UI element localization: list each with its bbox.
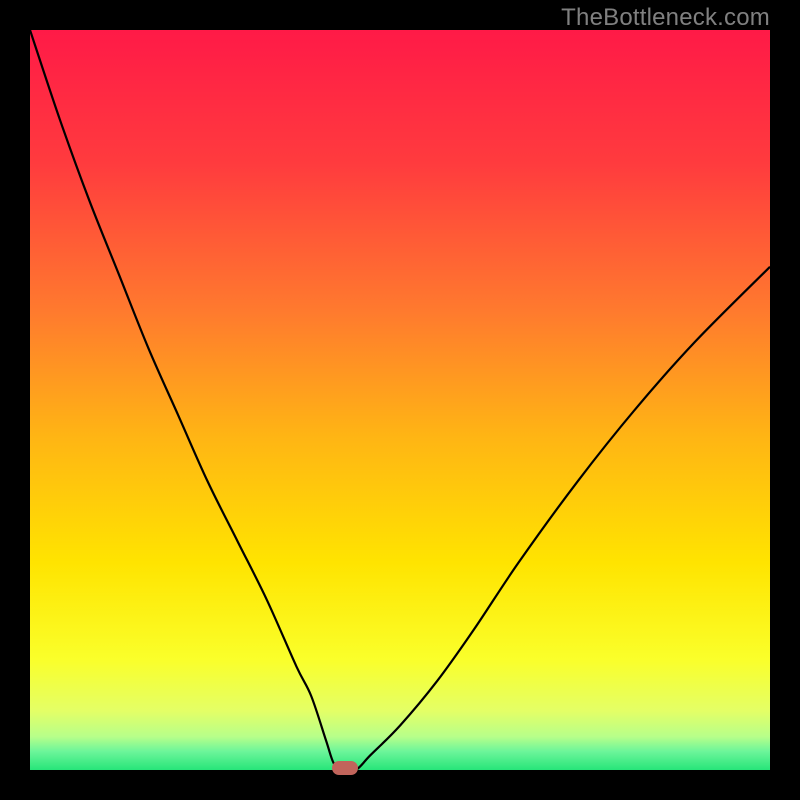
bottleneck-plot <box>30 30 770 770</box>
gradient-background <box>30 30 770 770</box>
chart-frame <box>30 30 770 770</box>
optimal-marker <box>332 761 358 775</box>
watermark-text: TheBottleneck.com <box>561 4 770 32</box>
